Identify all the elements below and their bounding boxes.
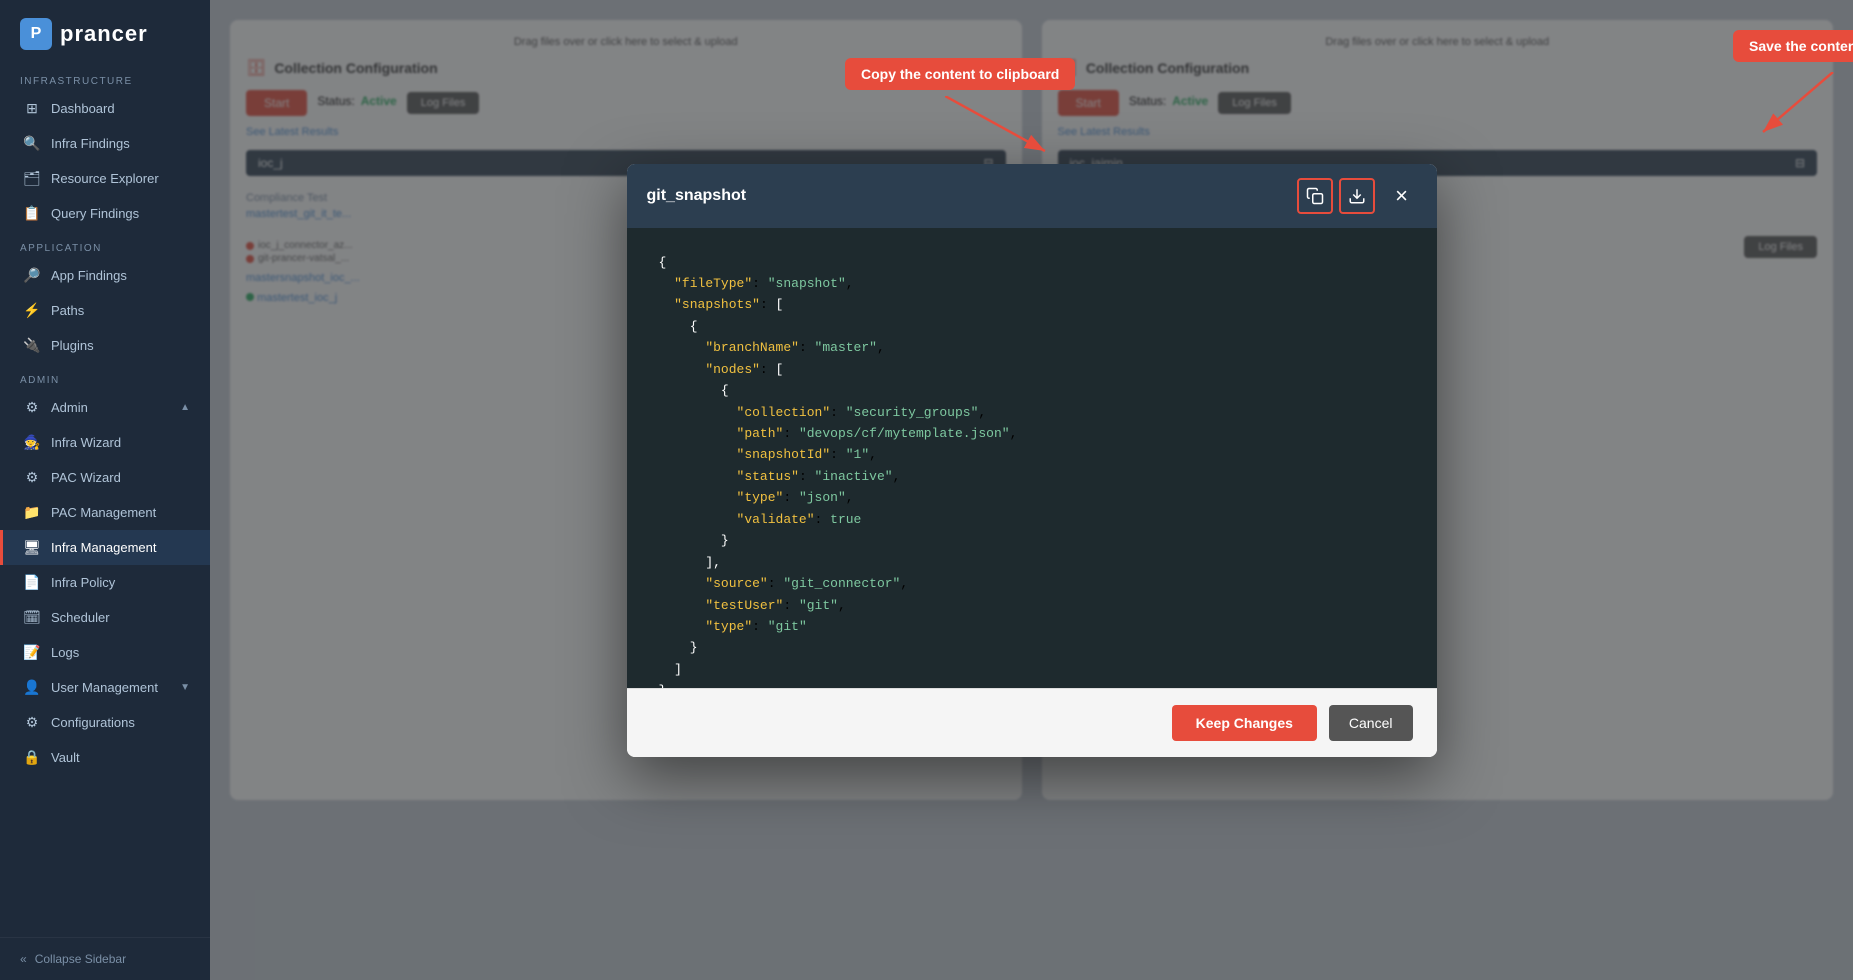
sidebar-item-logs[interactable]: 📝 Logs bbox=[0, 635, 210, 670]
vault-icon: 🔒 bbox=[23, 749, 41, 766]
expand-icon-user: ▼ bbox=[180, 682, 190, 693]
cancel-button[interactable]: Cancel bbox=[1329, 705, 1413, 741]
sidebar-item-label: Admin bbox=[51, 400, 88, 415]
infra-findings-icon: 🔍 bbox=[23, 135, 41, 152]
sidebar-item-infra-wizard[interactable]: 🧙 Infra Wizard bbox=[0, 425, 210, 460]
sidebar-item-query-findings[interactable]: 📋 Query Findings bbox=[0, 196, 210, 231]
resource-explorer-icon: 🗂 bbox=[23, 170, 41, 187]
modal-title: git_snapshot bbox=[647, 187, 747, 205]
sidebar-item-label: Infra Policy bbox=[51, 575, 115, 590]
query-findings-icon: 📋 bbox=[23, 205, 41, 222]
sidebar-item-label: User Management bbox=[51, 680, 158, 695]
sidebar-item-dashboard[interactable]: ⊞ Dashboard bbox=[0, 91, 210, 126]
copy-icon bbox=[1306, 187, 1324, 205]
sidebar-item-label: Scheduler bbox=[51, 610, 110, 625]
collapse-icon: « bbox=[20, 952, 27, 966]
save-tooltip-arrow bbox=[1753, 72, 1853, 152]
user-management-icon: 👤 bbox=[23, 679, 41, 696]
modal-footer: Keep Changes Cancel bbox=[627, 688, 1437, 757]
save-tooltip: Save the content as a file bbox=[1733, 30, 1853, 62]
infra-policy-icon: 📄 bbox=[23, 574, 41, 591]
scheduler-icon: 🗓 bbox=[23, 609, 41, 626]
sidebar-item-label: Query Findings bbox=[51, 206, 139, 221]
modal-header-actions: × bbox=[1297, 178, 1417, 214]
sidebar-item-infra-findings[interactable]: 🔍 Infra Findings bbox=[0, 126, 210, 161]
sidebar-item-app-findings[interactable]: 🔎 App Findings bbox=[0, 258, 210, 293]
sidebar-item-label: Dashboard bbox=[51, 101, 115, 116]
infra-management-icon: 🖥 bbox=[23, 539, 41, 556]
plugins-icon: 🔌 bbox=[23, 337, 41, 354]
sidebar-item-vault[interactable]: 🔒 Vault bbox=[0, 740, 210, 775]
logs-icon: 📝 bbox=[23, 644, 41, 661]
pac-wizard-icon: ⚙ bbox=[23, 469, 41, 486]
modal-close-button[interactable]: × bbox=[1387, 181, 1417, 211]
configurations-icon: ⚙ bbox=[23, 714, 41, 731]
sidebar-item-label: Vault bbox=[51, 750, 80, 765]
copy-tooltip-arrow bbox=[945, 96, 1065, 166]
collapse-sidebar[interactable]: « Collapse Sidebar bbox=[0, 937, 210, 980]
sidebar-item-infra-management[interactable]: 🖥 Infra Management bbox=[0, 530, 210, 565]
modal-overlay: Copy the content to clipboard Save the c… bbox=[210, 0, 1853, 980]
sidebar-item-label: Logs bbox=[51, 645, 79, 660]
sidebar-item-pac-wizard[interactable]: ⚙ PAC Wizard bbox=[0, 460, 210, 495]
sidebar-item-plugins[interactable]: 🔌 Plugins bbox=[0, 328, 210, 363]
sidebar-item-pac-management[interactable]: 📁 PAC Management bbox=[0, 495, 210, 530]
modal-body: { "fileType": "snapshot", "snapshots": [… bbox=[627, 228, 1437, 688]
logo-area: P prancer bbox=[0, 0, 210, 64]
logo-text: prancer bbox=[60, 21, 148, 47]
copy-to-clipboard-button[interactable] bbox=[1297, 178, 1333, 214]
sidebar-item-label: Configurations bbox=[51, 715, 135, 730]
app-findings-icon: 🔎 bbox=[23, 267, 41, 284]
sidebar-item-label: Infra Findings bbox=[51, 136, 130, 151]
keep-changes-button[interactable]: Keep Changes bbox=[1172, 705, 1317, 741]
sidebar-item-configurations[interactable]: ⚙ Configurations bbox=[0, 705, 210, 740]
sidebar-item-label: PAC Management bbox=[51, 505, 156, 520]
sidebar-item-scheduler[interactable]: 🗓 Scheduler bbox=[0, 600, 210, 635]
copy-tooltip: Copy the content to clipboard bbox=[845, 58, 1075, 90]
section-label-infrastructure: Infrastructure bbox=[0, 64, 210, 91]
collapse-label: Collapse Sidebar bbox=[35, 952, 126, 966]
sidebar-item-label: Resource Explorer bbox=[51, 171, 159, 186]
infra-wizard-icon: 🧙 bbox=[23, 434, 41, 451]
sidebar-item-resource-explorer[interactable]: 🗂 Resource Explorer bbox=[0, 161, 210, 196]
download-icon bbox=[1348, 187, 1366, 205]
section-label-application: Application bbox=[0, 231, 210, 258]
sidebar-item-label: App Findings bbox=[51, 268, 127, 283]
sidebar-item-label: Infra Management bbox=[51, 540, 157, 555]
sidebar-item-paths[interactable]: ⚡ Paths bbox=[0, 293, 210, 328]
paths-icon: ⚡ bbox=[23, 302, 41, 319]
sidebar-item-user-management[interactable]: 👤 User Management ▼ bbox=[0, 670, 210, 705]
modal-header: git_snapshot bbox=[627, 164, 1437, 228]
sidebar-item-admin[interactable]: ⚙ Admin ▲ bbox=[0, 390, 210, 425]
main-content: Drag files over or click here to select … bbox=[210, 0, 1853, 980]
sidebar-item-label: Paths bbox=[51, 303, 84, 318]
logo-icon: P bbox=[20, 18, 52, 50]
expand-icon: ▲ bbox=[180, 402, 190, 413]
section-label-admin: Admin bbox=[0, 363, 210, 390]
dashboard-icon: ⊞ bbox=[23, 100, 41, 117]
modal-dialog: git_snapshot bbox=[627, 164, 1437, 757]
sidebar-item-label: Plugins bbox=[51, 338, 94, 353]
sidebar-item-infra-policy[interactable]: 📄 Infra Policy bbox=[0, 565, 210, 600]
sidebar: P prancer Infrastructure ⊞ Dashboard 🔍 I… bbox=[0, 0, 210, 980]
admin-icon: ⚙ bbox=[23, 399, 41, 416]
sidebar-item-label: Infra Wizard bbox=[51, 435, 121, 450]
sidebar-item-label: PAC Wizard bbox=[51, 470, 121, 485]
pac-management-icon: 📁 bbox=[23, 504, 41, 521]
save-as-file-button[interactable] bbox=[1339, 178, 1375, 214]
